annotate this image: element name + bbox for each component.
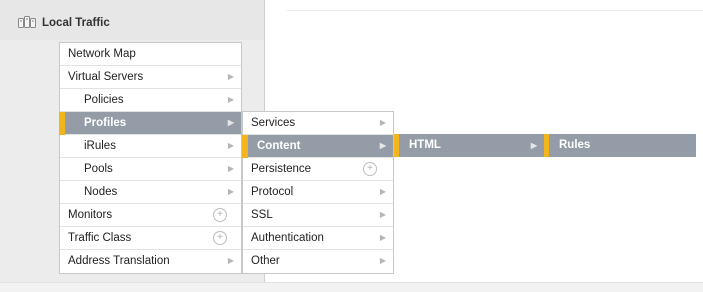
chevron-right-icon: ▶ xyxy=(379,141,386,150)
submenu-item-html[interactable]: HTML ▶ xyxy=(394,134,544,157)
submenu-item-label: Services xyxy=(251,117,296,129)
submenu-item-persistence[interactable]: Persistence + xyxy=(243,158,393,181)
local-traffic-icon xyxy=(18,15,36,32)
submenu-item-label: Protocol xyxy=(251,186,294,198)
nav-item-label: iRules xyxy=(84,140,116,152)
chevron-right-icon: ▶ xyxy=(227,256,234,265)
nav-item-label: Monitors xyxy=(68,209,113,221)
chevron-right-icon: ▶ xyxy=(227,141,234,150)
chevron-right-icon: ▶ xyxy=(379,118,386,127)
nav-item-label: Profiles xyxy=(84,117,127,129)
submenu-item-label: Other xyxy=(251,255,280,267)
submenu-item-label: Authentication xyxy=(251,232,324,244)
nav-item-label: Pools xyxy=(84,163,113,175)
local-traffic-menu: Network Map Virtual Servers ▶ Policies ▶… xyxy=(59,42,242,274)
submenu-item-label: Rules xyxy=(559,139,591,151)
nav-item-nodes[interactable]: Nodes ▶ xyxy=(60,181,241,204)
nav-item-pools[interactable]: Pools ▶ xyxy=(60,158,241,181)
submenu-item-content[interactable]: Content ▶ xyxy=(242,135,393,158)
local-traffic-section-header[interactable]: Local Traffic xyxy=(18,12,110,34)
nav-item-label: Policies xyxy=(84,94,124,106)
submenu-item-label: HTML xyxy=(409,139,441,151)
chevron-right-icon: ▶ xyxy=(227,164,234,173)
plus-circle-icon[interactable]: + xyxy=(363,162,377,176)
chevron-right-icon: ▶ xyxy=(379,256,386,265)
nav-item-label: Address Translation xyxy=(68,255,170,267)
active-accent xyxy=(544,134,549,157)
nav-item-irules[interactable]: iRules ▶ xyxy=(60,135,241,158)
submenu-item-label: Content xyxy=(257,140,301,152)
submenu-item-rules[interactable]: Rules xyxy=(544,134,696,157)
nav-item-monitors[interactable]: Monitors + xyxy=(60,204,241,227)
nav-item-policies[interactable]: Policies ▶ xyxy=(60,89,241,112)
nav-item-label: Network Map xyxy=(68,48,136,60)
footer-strip xyxy=(0,282,703,292)
nav-item-network-map[interactable]: Network Map xyxy=(60,43,241,66)
plus-circle-icon[interactable]: + xyxy=(213,231,227,245)
content-top-border xyxy=(287,10,703,11)
chevron-right-icon: ▶ xyxy=(530,141,537,150)
chevron-right-icon: ▶ xyxy=(379,187,386,196)
nav-item-traffic-class[interactable]: Traffic Class + xyxy=(60,227,241,250)
submenu-item-authentication[interactable]: Authentication ▶ xyxy=(243,227,393,250)
profiles-submenu: Services ▶ Content ▶ Persistence + Proto… xyxy=(242,111,394,274)
submenu-item-ssl[interactable]: SSL ▶ xyxy=(243,204,393,227)
submenu-item-label: Persistence xyxy=(251,163,312,175)
chevron-right-icon: ▶ xyxy=(379,210,386,219)
chevron-right-icon: ▶ xyxy=(227,72,234,81)
submenu-item-other[interactable]: Other ▶ xyxy=(243,250,393,273)
nav-item-address-translation[interactable]: Address Translation ▶ xyxy=(60,250,241,273)
chevron-right-icon: ▶ xyxy=(227,187,234,196)
submenu-item-services[interactable]: Services ▶ xyxy=(243,112,393,135)
submenu-item-label: SSL xyxy=(251,209,273,221)
nav-item-profiles[interactable]: Profiles ▶ xyxy=(59,112,241,135)
section-title: Local Traffic xyxy=(42,17,110,29)
chevron-right-icon: ▶ xyxy=(227,118,234,127)
nav-item-virtual-servers[interactable]: Virtual Servers ▶ xyxy=(60,66,241,89)
nav-item-label: Traffic Class xyxy=(68,232,132,244)
chevron-right-icon: ▶ xyxy=(379,233,386,242)
nav-item-label: Nodes xyxy=(84,186,118,198)
submenu-item-protocol[interactable]: Protocol ▶ xyxy=(243,181,393,204)
plus-circle-icon[interactable]: + xyxy=(213,208,227,222)
active-accent xyxy=(394,134,399,157)
chevron-right-icon: ▶ xyxy=(227,95,234,104)
nav-item-label: Virtual Servers xyxy=(68,71,144,83)
